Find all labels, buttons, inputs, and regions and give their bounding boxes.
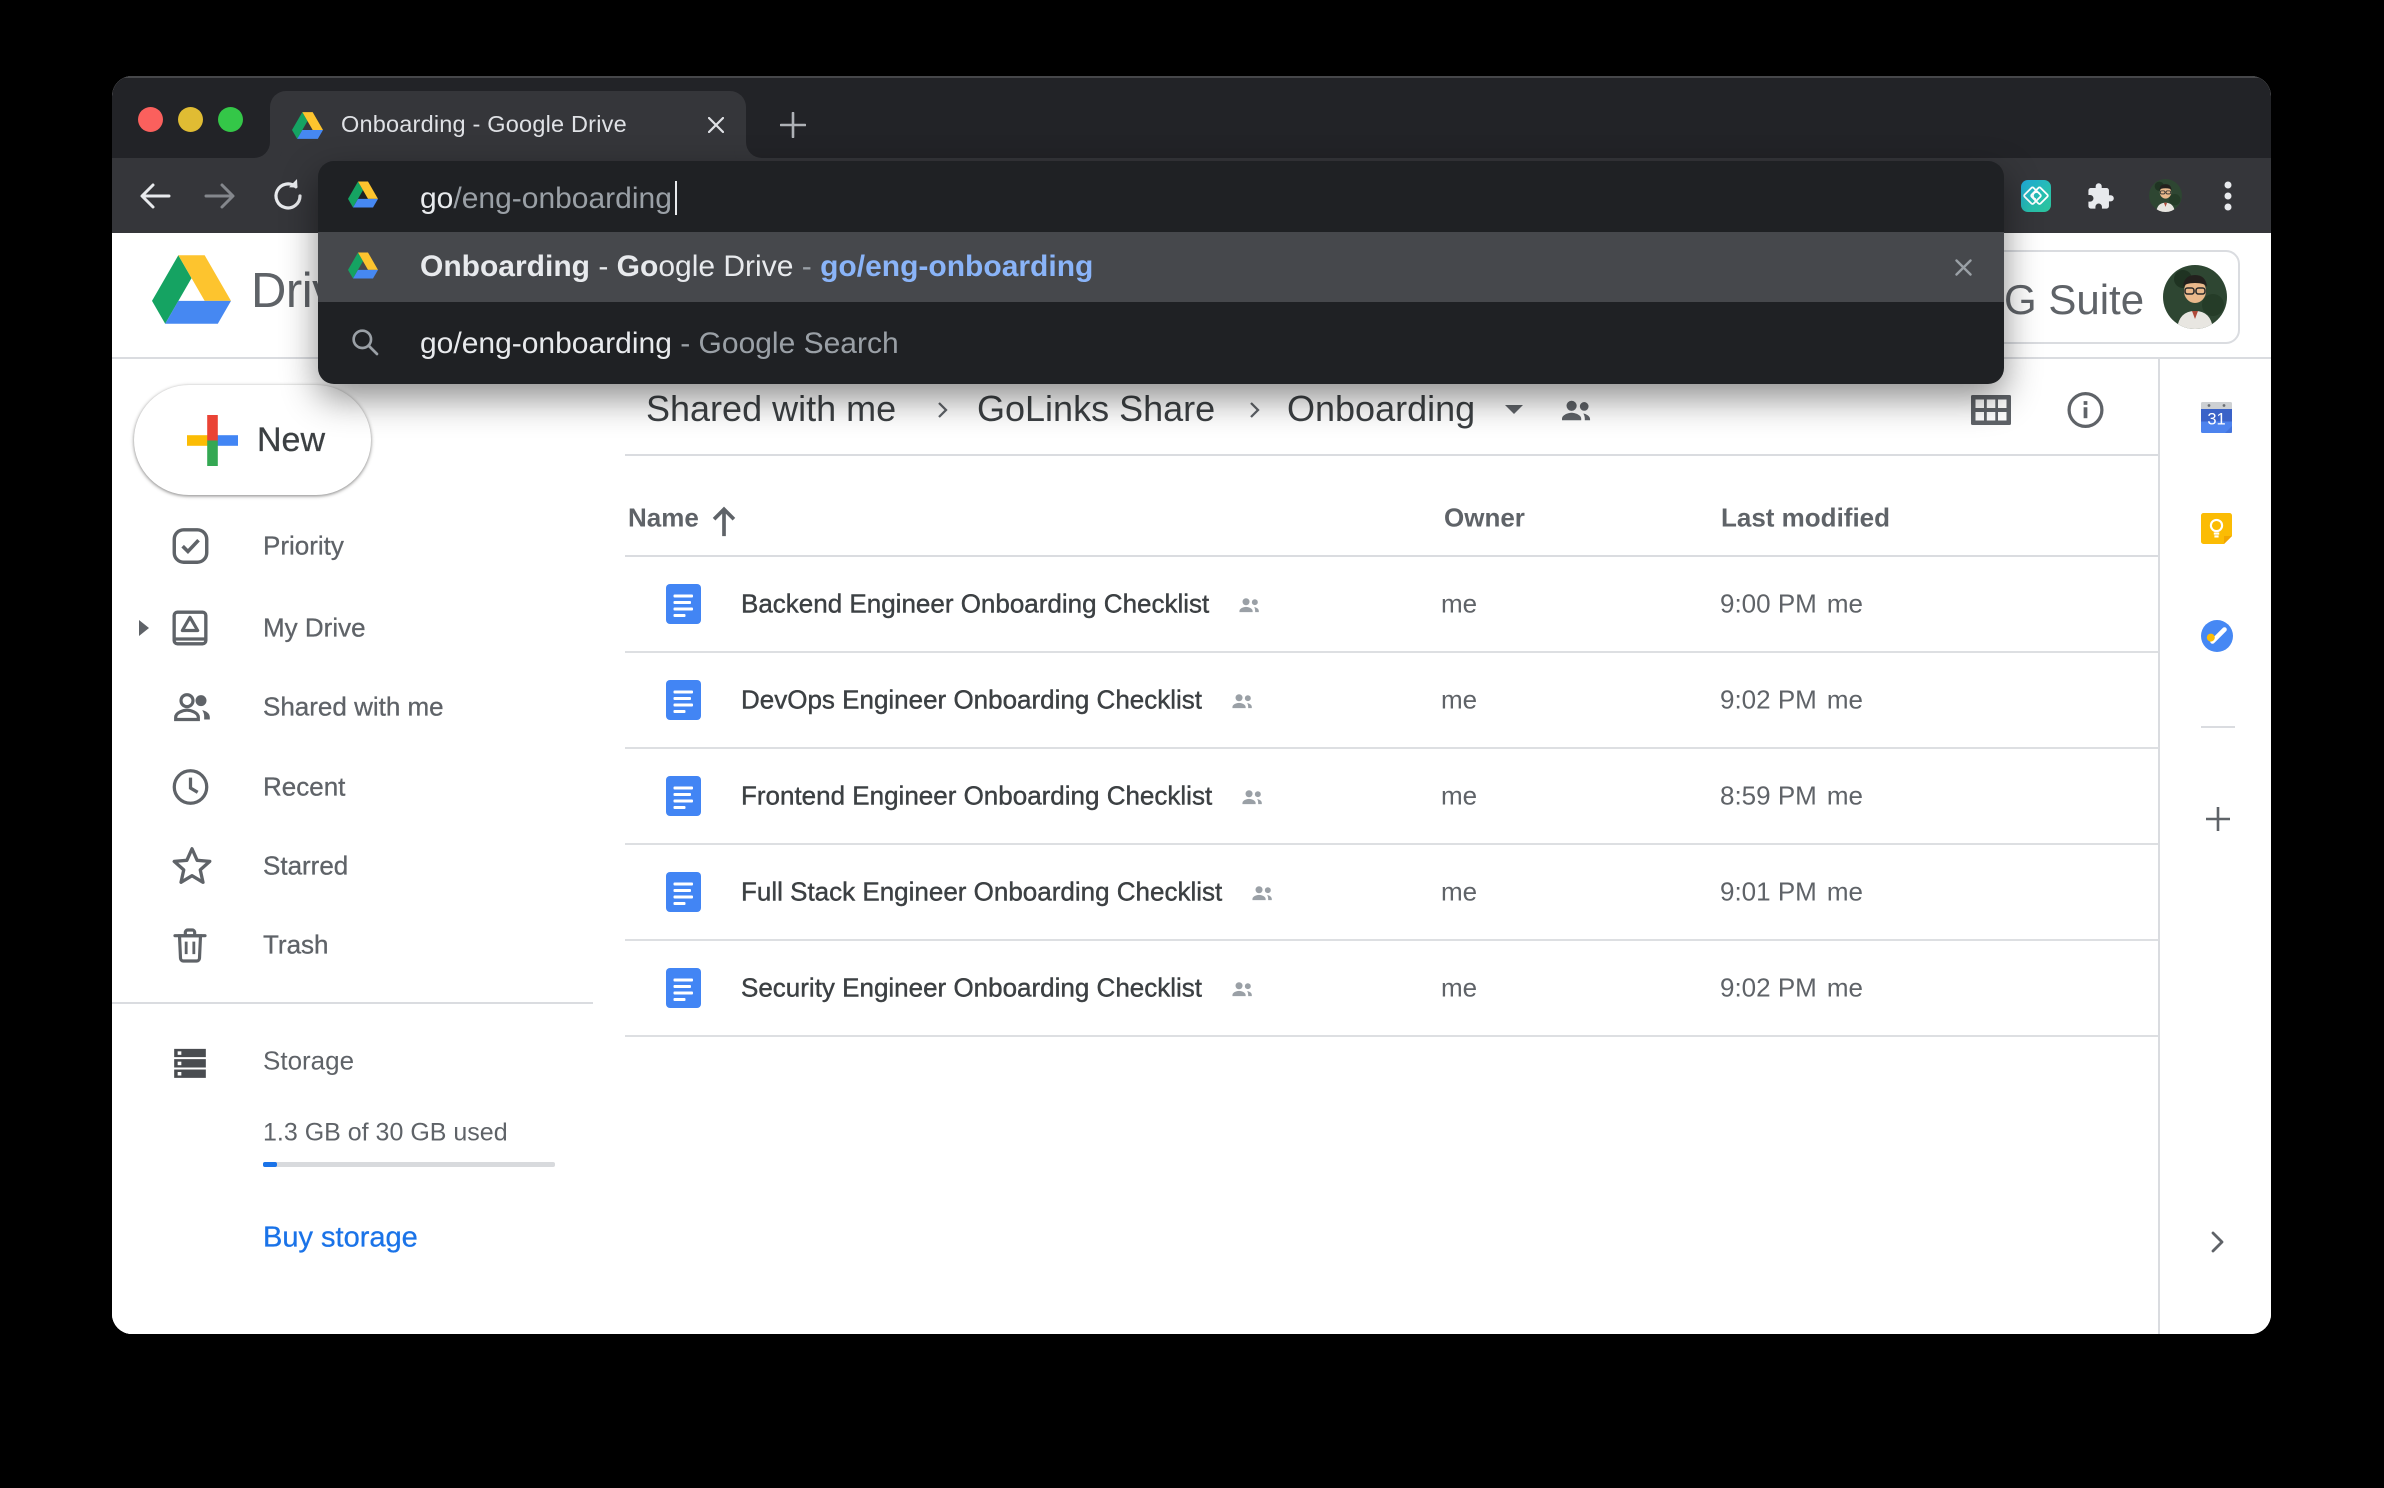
svg-text:31: 31 xyxy=(2207,411,2225,429)
